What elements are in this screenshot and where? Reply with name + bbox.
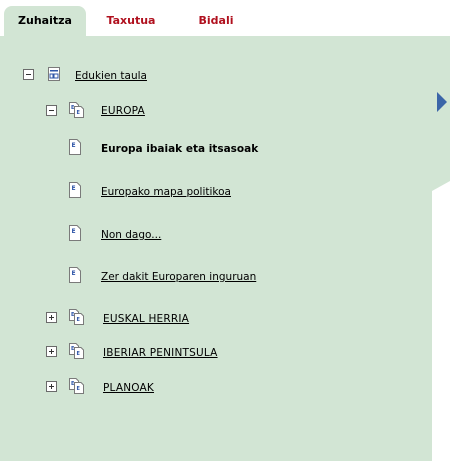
tree-node-europa: E E EUROPA — [0, 101, 300, 121]
tree-node-label[interactable]: EUSKAL HERRIA — [103, 313, 189, 325]
svg-text:E: E — [72, 228, 76, 235]
tree-node-euskal-herria: E E EUSKAL HERRIA — [0, 308, 300, 328]
tree-node-iberiar-penintsula: E E IBERIAR PENINTSULA — [0, 342, 300, 362]
svg-text:E: E — [71, 346, 75, 352]
tree-leaf-label[interactable]: Europako mapa politikoa — [101, 186, 231, 198]
svg-text:E: E — [77, 110, 81, 116]
tree-leaf: E Non dago... — [0, 224, 320, 244]
tree-node-planoak: E E PLANOAK — [0, 377, 300, 397]
tree-leaf: E Zer dakit Europaren inguruan — [0, 266, 320, 286]
svg-text:E: E — [71, 381, 75, 387]
document-group-icon: E E — [69, 343, 84, 359]
document-group-icon: E E — [69, 378, 84, 394]
tree-panel — [0, 36, 450, 461]
tab-bidali[interactable]: Bidali — [188, 6, 244, 36]
svg-text:E: E — [77, 386, 81, 392]
document-icon: E — [69, 225, 81, 241]
tree-leaf-label[interactable]: Non dago... — [101, 229, 161, 241]
document-icon: E — [69, 182, 81, 198]
tree-node-label[interactable]: IBERIAR PENINTSULA — [103, 347, 218, 359]
document-group-icon: E E — [69, 309, 84, 325]
svg-text:E: E — [71, 105, 75, 111]
plus-box-icon[interactable] — [46, 381, 57, 392]
document-group-icon: E E — [69, 102, 84, 118]
svg-text:E: E — [71, 312, 75, 318]
svg-text:E: E — [72, 270, 76, 277]
tree-root: Edukien taula — [0, 66, 300, 86]
tab-bar: Zuhaitza Taxutua Bidali — [0, 0, 450, 36]
tree-leaf-label[interactable]: Europa ibaiak eta itsasoak — [101, 143, 258, 155]
document-icon: E — [69, 139, 81, 155]
svg-text:E: E — [72, 142, 76, 149]
svg-text:E: E — [77, 317, 81, 323]
plus-box-icon[interactable] — [46, 346, 57, 357]
tree-root-label[interactable]: Edukien taula — [75, 70, 147, 82]
minus-box-icon[interactable] — [23, 69, 34, 80]
expand-arrow-icon[interactable] — [437, 92, 447, 112]
table-of-contents-icon — [48, 67, 60, 81]
tree-leaf-label[interactable]: Zer dakit Europaren inguruan — [101, 271, 256, 283]
tree-leaf: E Europako mapa politikoa — [0, 181, 320, 201]
tab-taxutua[interactable]: Taxutua — [96, 6, 166, 36]
tree-node-europa-label[interactable]: EUROPA — [101, 105, 145, 117]
svg-text:E: E — [77, 351, 81, 357]
document-icon: E — [69, 267, 81, 283]
tree-leaf: E Europa ibaiak eta itsasoak — [0, 138, 320, 158]
minus-box-icon[interactable] — [46, 105, 57, 116]
tree-node-label[interactable]: PLANOAK — [103, 382, 154, 394]
plus-box-icon[interactable] — [46, 312, 57, 323]
tab-zuhaitza[interactable]: Zuhaitza — [4, 6, 86, 36]
svg-text:E: E — [72, 185, 76, 192]
